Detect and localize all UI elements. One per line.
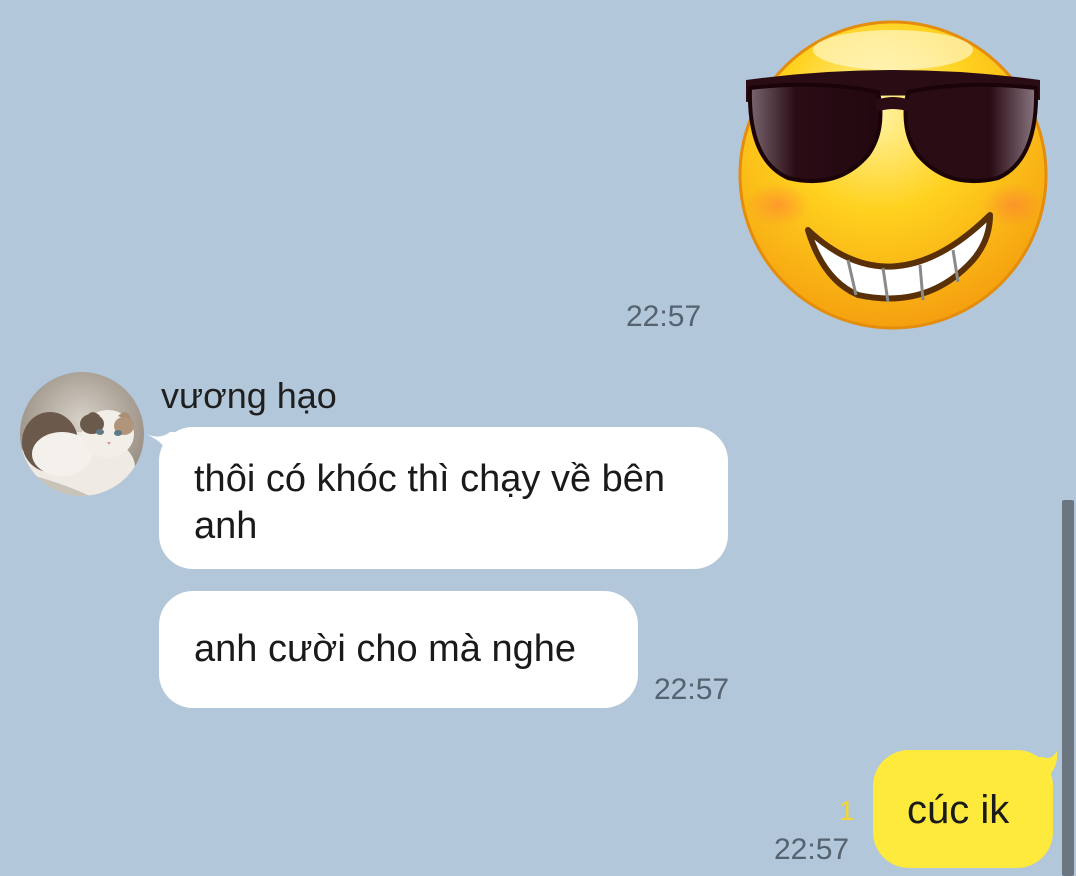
sticker-timestamp: 22:57 — [626, 300, 702, 333]
cool-sunglasses-emoji-icon[interactable] — [728, 10, 1058, 330]
message-text: thôi có khóc thì chạy về bên anh — [194, 458, 666, 547]
outgoing-message-bubble[interactable]: cúc ik — [873, 750, 1053, 868]
incoming-message-bubble[interactable]: anh cười cho mà nghe — [159, 591, 638, 708]
sender-name[interactable]: vương hạo — [161, 375, 337, 417]
unread-count: 1 — [839, 795, 855, 826]
scrollbar-thumb[interactable] — [1062, 500, 1074, 876]
outgoing-timestamp: 22:57 — [774, 833, 850, 866]
incoming-timestamp: 22:57 — [654, 673, 730, 706]
message-text: cúc ik — [907, 788, 1010, 832]
message-text: anh cười cho mà nghe — [194, 628, 577, 670]
cat-avatar[interactable] — [20, 372, 144, 496]
cat-avatar-image — [20, 372, 144, 496]
incoming-message-bubble[interactable]: thôi có khóc thì chạy về bên anh — [159, 427, 728, 569]
